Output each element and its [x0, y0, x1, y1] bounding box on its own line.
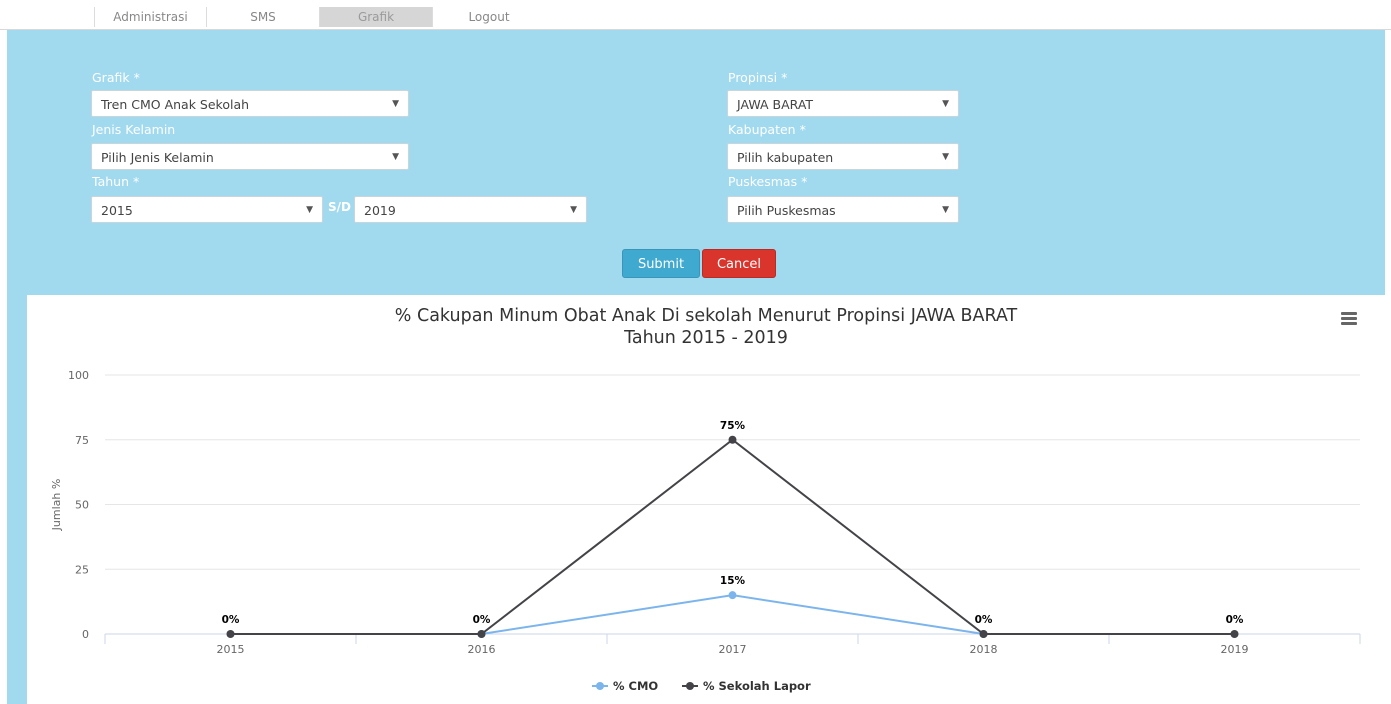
data-point	[477, 630, 486, 638]
data-label: 0%	[222, 614, 240, 626]
y-axis-title: Jumlah %	[50, 479, 63, 532]
data-label: 75%	[720, 420, 746, 432]
legend-item[interactable]: % CMO	[613, 679, 658, 693]
series-line	[481, 594, 984, 635]
data-point	[728, 591, 737, 600]
x-tick-label: 2019	[1221, 643, 1249, 656]
x-tick-label: 2018	[970, 643, 998, 656]
y-tick-label: 100	[68, 369, 89, 382]
data-label: 0%	[975, 614, 993, 626]
data-label: 0%	[1226, 614, 1244, 626]
data-point	[979, 630, 988, 638]
legend-marker	[596, 682, 604, 690]
line-chart: 0 25 50 75 100 2015 2016 2017 2018 2019 Jumlah % 15…	[50, 369, 1361, 693]
x-tick-label: 2015	[217, 643, 245, 656]
legend-marker	[686, 682, 694, 690]
data-label: 15%	[720, 575, 746, 587]
y-tick-label: 50	[75, 499, 89, 512]
data-point	[1230, 630, 1239, 638]
data-point	[226, 630, 235, 638]
y-tick-label: 0	[82, 628, 89, 641]
x-tick-label: 2016	[468, 643, 496, 656]
data-label: 0%	[473, 614, 491, 626]
y-tick-label: 75	[75, 434, 89, 447]
series-line	[230, 438, 1235, 635]
y-tick-label: 25	[75, 563, 89, 576]
x-tick-label: 2017	[719, 643, 747, 656]
data-point	[728, 435, 737, 444]
legend-item[interactable]: % Sekolah Lapor	[703, 679, 811, 693]
